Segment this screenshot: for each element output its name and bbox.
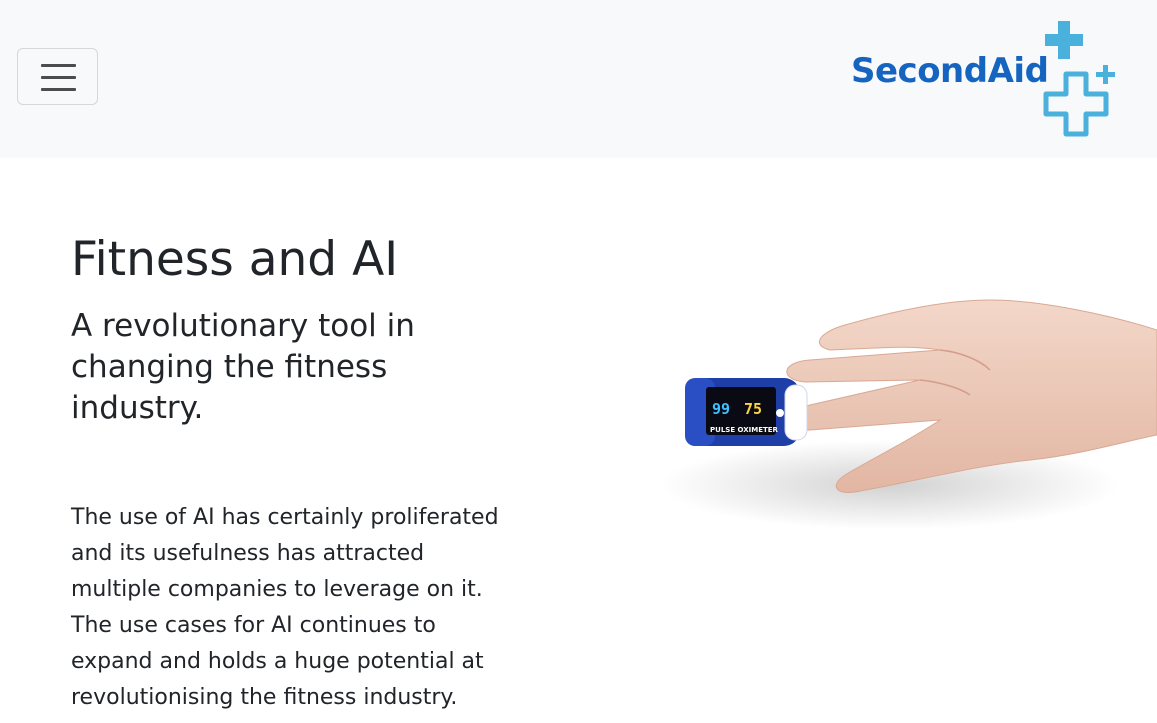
logo-text: SecondAid xyxy=(851,51,1049,91)
intro-paragraph: The use of AI has certainly proliferated… xyxy=(71,505,499,710)
page-subtitle: A revolutionary tool in changing the fit… xyxy=(71,308,415,426)
pulse-oximeter-image: 99 75 PULSE OXIMETER xyxy=(640,270,1157,570)
navbar: SecondAid xyxy=(0,0,1157,158)
svg-text:75: 75 xyxy=(744,400,762,418)
hamburger-icon xyxy=(41,64,76,67)
pulse-oximeter-on-hand-icon: 99 75 PULSE OXIMETER xyxy=(660,299,1157,530)
hamburger-icon-bar xyxy=(41,76,76,79)
menu-toggle-button[interactable] xyxy=(17,48,98,105)
brand-logo[interactable]: SecondAid xyxy=(848,18,1128,142)
svg-text:PULSE OXIMETER: PULSE OXIMETER xyxy=(710,426,779,434)
hamburger-icon-bar xyxy=(41,88,76,91)
svg-text:99: 99 xyxy=(712,400,730,418)
page-title: Fitness and AI xyxy=(71,232,399,287)
